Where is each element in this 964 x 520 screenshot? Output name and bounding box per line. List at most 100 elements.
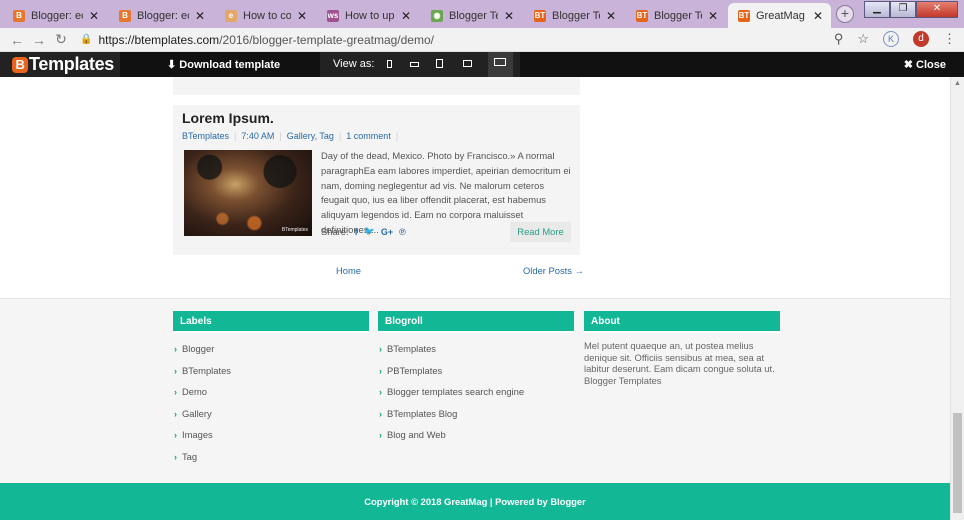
reload-icon[interactable]: ↻	[50, 31, 72, 48]
chevron-right-icon: ›	[174, 387, 177, 397]
label-link-label: Tag	[182, 450, 198, 462]
tab-title: GreatMag Blog	[756, 9, 807, 22]
label-link[interactable]: › Tag	[173, 446, 369, 468]
blogroll-link[interactable]: › BTemplates	[378, 338, 574, 360]
minimize-button[interactable]: ▁	[864, 1, 890, 18]
about-widget-title: About	[584, 311, 780, 333]
bookmark-star-icon[interactable]: ☆	[857, 31, 869, 47]
tab-favicon-icon: B	[119, 9, 131, 22]
mobile-portrait-view-icon[interactable]	[387, 60, 392, 68]
footer-widgets: Labels › Blogger › BTemplates › Demo › Gallery ›…	[0, 298, 950, 483]
blogroll-link[interactable]: › Blogger templates search engine	[378, 381, 574, 403]
tab-close-icon[interactable]: ✕	[606, 9, 616, 23]
maximize-button[interactable]: ❐	[890, 1, 916, 18]
post-author[interactable]: BTemplates	[182, 131, 229, 141]
browser-tab[interactable]: BT Blogger Templ ✕	[524, 3, 624, 28]
meta-separator: |	[279, 131, 282, 141]
mobile-landscape-view-icon[interactable]	[410, 62, 419, 67]
blogroll-list: › BTemplates › PBTemplates › Blogger template…	[378, 338, 574, 446]
forward-icon[interactable]: →	[28, 32, 50, 48]
blogroll-widget-title: Blogroll	[378, 311, 574, 333]
post-thumbnail[interactable]: BTemplates	[184, 150, 312, 236]
chevron-right-icon: ›	[379, 387, 382, 397]
desktop-view-icon[interactable]	[494, 58, 506, 66]
download-icon: ⬇	[167, 59, 177, 71]
tab-title: Blogger Templ	[449, 9, 498, 22]
pager-home-link[interactable]: Home	[336, 265, 361, 276]
chevron-right-icon: ›	[379, 344, 382, 354]
tab-title: How to upload	[345, 9, 395, 22]
tab-close-icon[interactable]: ✕	[297, 9, 307, 23]
browser-tab-strip: B Blogger: eclipse ✕ B Blogger: eclipse ✕ e How…	[0, 0, 964, 28]
browser-tab[interactable]: BT Blogger Templ ✕	[626, 3, 726, 28]
browser-tab[interactable]: B Blogger: eclipse ✕	[3, 3, 107, 28]
page-scrollbar[interactable]: ▲	[950, 77, 964, 520]
tab-close-icon[interactable]: ✕	[504, 9, 514, 23]
tab-close-icon[interactable]: ✕	[401, 9, 411, 23]
blogroll-link[interactable]: › BTemplates Blog	[378, 403, 574, 425]
zoom-icon[interactable]: ⚲	[834, 31, 844, 47]
thumbnail-watermark: BTemplates	[281, 227, 308, 233]
browser-tab[interactable]: BT GreatMag Blog ✕	[728, 3, 831, 28]
post-title[interactable]: Lorem Ipsum.	[182, 110, 274, 126]
label-link-label: Gallery	[182, 407, 212, 419]
chevron-right-icon: ›	[379, 408, 382, 419]
pinterest-icon[interactable]: ℗	[399, 227, 406, 237]
new-tab-button[interactable]: +	[836, 5, 854, 23]
tab-favicon-icon: ◉	[431, 9, 443, 22]
tab-close-icon[interactable]: ✕	[708, 9, 718, 23]
share-row: Share: f 🐦 G+ ℗	[321, 226, 406, 237]
blogroll-link-label: PBTemplates	[387, 364, 443, 376]
label-link[interactable]: › BTemplates	[173, 360, 369, 382]
window-close-button[interactable]: ✕	[916, 1, 958, 18]
tab-title: How to configu	[243, 9, 291, 22]
logo-text: Templates	[29, 54, 114, 74]
btemplates-logo[interactable]: B Templates	[0, 52, 120, 77]
tab-close-icon[interactable]: ✕	[813, 9, 823, 23]
about-widget: About Mel putent quaeque an, ut postea m…	[584, 311, 780, 386]
browser-tab[interactable]: ws How to upload ✕	[317, 3, 419, 28]
label-link[interactable]: › Blogger	[173, 338, 369, 360]
lock-icon: 🔒	[80, 34, 93, 45]
tab-close-icon[interactable]: ✕	[195, 9, 205, 23]
download-template-button[interactable]: ⬇ Download template	[167, 58, 280, 71]
chevron-right-icon: ›	[379, 430, 382, 440]
scrollbar-thumb[interactable]	[953, 413, 962, 513]
blogroll-link-label: BTemplates Blog	[387, 407, 458, 419]
pager-older-posts-link[interactable]: Older Posts →	[523, 265, 584, 276]
tablet-portrait-view-icon[interactable]	[436, 59, 443, 68]
scroll-up-arrow-icon[interactable]: ▲	[954, 80, 961, 87]
meta-separator: |	[234, 131, 237, 141]
post-comments[interactable]: 1 comment	[346, 131, 391, 141]
browser-tab[interactable]: B Blogger: eclipse ✕	[109, 3, 213, 28]
post-time[interactable]: 7:40 AM	[241, 131, 274, 141]
thumbnail-scene	[184, 150, 312, 236]
label-link[interactable]: › Demo	[173, 381, 369, 403]
tablet-landscape-view-icon[interactable]	[463, 60, 472, 67]
menu-kebab-icon[interactable]: ⋮	[943, 31, 956, 47]
meta-separator: |	[338, 131, 342, 141]
facebook-icon[interactable]: f	[355, 227, 358, 237]
label-link[interactable]: › Images	[173, 424, 369, 446]
close-demo-button[interactable]: ✖ Close	[904, 58, 946, 71]
browser-tab[interactable]: e How to configu ✕	[215, 3, 315, 28]
demo-topbar: B Templates ⬇ Download template View as: …	[0, 52, 964, 77]
twitter-icon[interactable]: 🐦	[364, 226, 375, 237]
browser-tab[interactable]: ◉ Blogger Templ ✕	[421, 3, 522, 28]
url-field[interactable]: https://btemplates.com/2016/blogger-temp…	[98, 33, 434, 47]
chevron-right-icon: ›	[174, 408, 177, 419]
label-link[interactable]: › Gallery	[173, 403, 369, 425]
tab-close-icon[interactable]: ✕	[89, 9, 99, 23]
extension-k-icon[interactable]: K	[883, 31, 899, 47]
labels-widget-title: Labels	[173, 311, 369, 333]
google-plus-icon[interactable]: G+	[381, 227, 393, 237]
address-bar: ← → ↻ 🔒 https://btemplates.com/2016/blog…	[0, 28, 964, 52]
profile-avatar[interactable]: d	[913, 31, 929, 47]
read-more-button[interactable]: Read More	[510, 222, 571, 242]
chevron-right-icon: ›	[174, 451, 177, 462]
blogroll-link[interactable]: › Blog and Web	[378, 424, 574, 446]
labels-widget: Labels › Blogger › BTemplates › Demo › Gallery ›…	[173, 311, 369, 467]
blogroll-link[interactable]: › PBTemplates	[378, 360, 574, 382]
back-icon[interactable]: ←	[6, 32, 28, 48]
post-labels[interactable]: Gallery, Tag	[287, 131, 334, 141]
